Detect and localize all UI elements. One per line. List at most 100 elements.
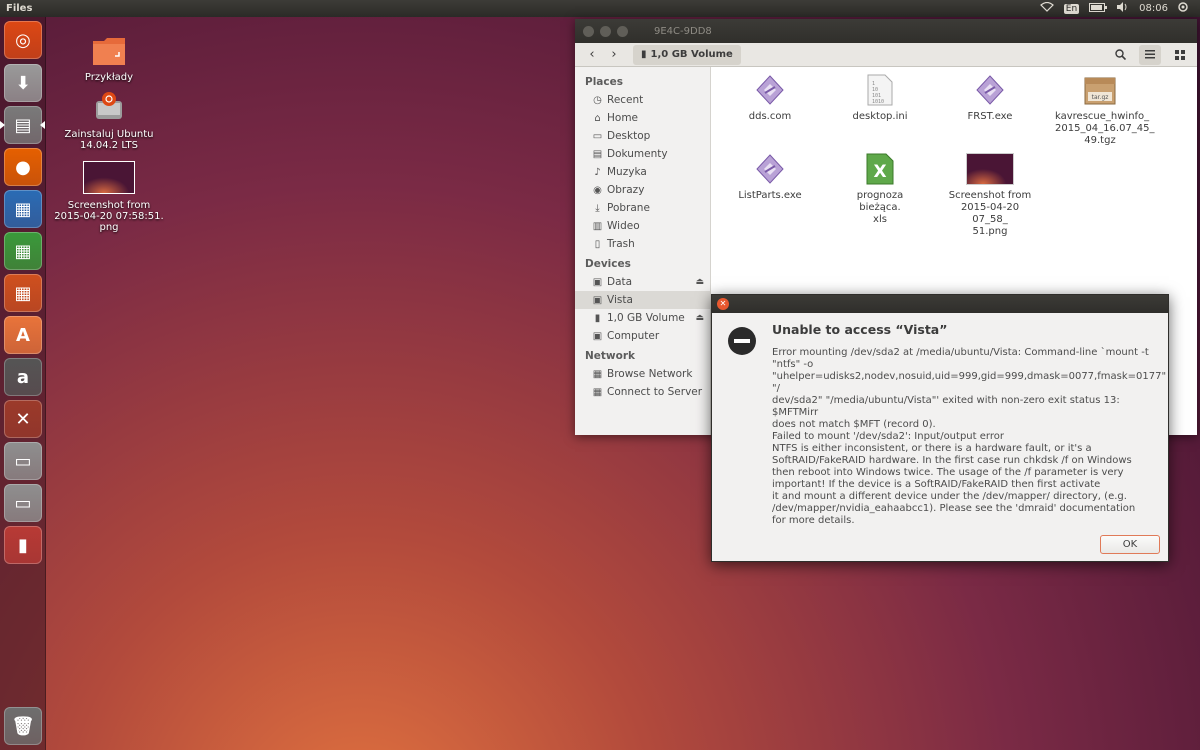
menu-button[interactable] — [1169, 45, 1191, 65]
dialog-close-button[interactable]: ✕ — [717, 298, 729, 310]
sidebar-item-dokumenty[interactable]: ▤ Dokumenty — [575, 145, 710, 163]
ok-button[interactable]: OK — [1100, 535, 1160, 554]
sidebar-item-recent[interactable]: ◷ Recent — [575, 91, 710, 109]
sidebar-item-label: Vista — [607, 294, 633, 306]
sidebar-item-wideo[interactable]: ▥ Wideo — [575, 217, 710, 235]
search-button[interactable] — [1109, 45, 1131, 65]
launcher-libreoffice-writer-icon[interactable]: ▦ — [4, 190, 42, 228]
text-file-icon: 1 10 101 1010 — [835, 73, 925, 107]
clock[interactable]: 08:06 — [1139, 3, 1168, 14]
svg-text:X: X — [873, 162, 886, 182]
file-item[interactable]: Xprognoza bieżąca. xls — [835, 152, 925, 226]
download-icon: ⤓ — [595, 202, 600, 214]
sidebar-item-label: Dokumenty — [607, 148, 668, 160]
sidebar-item-label: Desktop — [607, 130, 651, 142]
sidebar-item-home[interactable]: ⌂ Home — [575, 109, 710, 127]
file-label: ListParts.exe — [738, 190, 802, 201]
drive-icon: ▣ — [592, 294, 603, 306]
focused-indicator — [40, 121, 45, 129]
file-label: Screenshot from 2015-04-20 07_58_ 51.png — [948, 190, 1032, 237]
desktop-icon-screenshot[interactable]: Screenshot from 2015-04-20 07:58:51. png — [54, 161, 164, 233]
eject-icon[interactable]: ⏏ — [695, 313, 704, 323]
volume-icon[interactable] — [1117, 2, 1129, 15]
file-item[interactable]: Screenshot from 2015-04-20 07_58_ 51.png — [945, 152, 1035, 238]
keyboard-layout-indicator[interactable]: En — [1063, 3, 1080, 14]
launcher-install-ubuntu-icon[interactable]: ⬇ — [4, 64, 42, 102]
sidebar-item-trash[interactable]: ▯ Trash — [575, 235, 710, 253]
sidebar-item-computer[interactable]: ▣ Computer — [575, 327, 710, 345]
sidebar-item-desktop[interactable]: ▭ Desktop — [575, 127, 710, 145]
eject-icon[interactable]: ⏏ — [695, 277, 704, 287]
toolbar: ‹ › ▮ 1,0 GB Volume — [575, 43, 1197, 67]
launcher-drive-2-icon[interactable]: ▭ — [4, 484, 42, 522]
list-view-button[interactable] — [1139, 44, 1161, 65]
error-dialog: ✕ Unable to access “Vista” Error mountin… — [711, 294, 1169, 562]
forward-button[interactable]: › — [603, 45, 625, 65]
desktop-icon: ▭ — [592, 130, 603, 142]
sidebar-heading-network: Network — [585, 350, 636, 362]
dialog-titlebar[interactable]: ✕ — [712, 295, 1168, 313]
server-icon: ▦ — [592, 386, 603, 398]
launcher-firefox-icon[interactable]: ● — [4, 148, 42, 186]
sidebar-item-browse-network[interactable]: ▦ Browse Network — [575, 365, 710, 383]
file-label: prognoza bieżąca. xls — [856, 190, 904, 225]
sidebar-item-muzyka[interactable]: ♪ Muzyka — [575, 163, 710, 181]
wifi-icon[interactable] — [1039, 1, 1054, 15]
launcher-libreoffice-calc-icon[interactable]: ▦ — [4, 232, 42, 270]
desktop-icon-install-ubuntu[interactable]: Zainstaluj Ubuntu 14.04.2 LTS — [54, 91, 164, 151]
image-file-icon — [945, 152, 1035, 186]
path-bar-button[interactable]: ▮ 1,0 GB Volume — [633, 44, 741, 65]
sidebar-item-label: 1,0 GB Volume — [607, 312, 685, 324]
launcher-drive-1-icon[interactable]: ▭ — [4, 442, 42, 480]
sidebar-heading-places: Places — [585, 76, 623, 88]
sidebar-item-pobrane[interactable]: ⤓ Pobrane — [575, 199, 710, 217]
close-window-button[interactable] — [583, 25, 594, 37]
desktop-icon-przyklady[interactable]: Przykłady — [54, 36, 164, 83]
file-item[interactable]: tar.gz kavrescue_hwinfo_ 2015_04_16.07_45… — [1055, 73, 1155, 147]
desktop-icon-label: Screenshot from 2015-04-20 07:58:51. png — [54, 200, 164, 233]
clock-icon: ◷ — [593, 94, 602, 106]
executable-file-icon — [725, 73, 815, 107]
sidebar-item-label: Obrazy — [607, 184, 645, 196]
file-item[interactable]: dds.com — [725, 73, 815, 123]
spreadsheet-file-icon: X — [835, 152, 925, 186]
settings-icon[interactable] — [1178, 2, 1188, 15]
file-label: kavrescue_hwinfo_ 2015_04_16.07_45_ 49.t… — [1055, 111, 1155, 146]
dialog-title: Unable to access “Vista” — [772, 322, 948, 337]
battery-icon[interactable] — [1089, 2, 1108, 15]
sidebar-item-connect-to-server[interactable]: ▦ Connect to Server — [575, 383, 710, 401]
launcher-files-icon[interactable]: ▤ — [4, 106, 42, 144]
sidebar-item-obrazy[interactable]: ◉ Obrazy — [575, 181, 710, 199]
sidebar-item-label: Muzyka — [607, 166, 647, 178]
sidebar-item-vista[interactable]: ▣ Vista — [575, 291, 710, 309]
running-indicator — [0, 121, 5, 129]
sidebar-item-label: Data — [607, 276, 633, 288]
file-label: desktop.ini — [852, 111, 908, 122]
video-icon: ▥ — [592, 220, 603, 232]
file-item[interactable]: FRST.exe — [945, 73, 1035, 123]
launcher-trash-icon[interactable]: 🗑 — [4, 707, 42, 745]
home-icon: ⌂ — [594, 112, 601, 124]
sidebar-item-data[interactable]: ▣ Data ⏏ — [575, 273, 710, 291]
launcher-usb-drive-icon[interactable]: ▮ — [4, 526, 42, 564]
grid-icon — [1175, 49, 1185, 60]
launcher-amazon-icon[interactable]: a — [4, 358, 42, 396]
launcher-libreoffice-impress-icon[interactable]: ▦ — [4, 274, 42, 312]
file-item[interactable]: 1 10 101 1010 desktop.ini — [835, 73, 925, 123]
window-titlebar[interactable]: 9E4C-9DD8 — [575, 19, 1197, 43]
app-title: Files — [6, 3, 33, 14]
minimize-window-button[interactable] — [600, 25, 611, 37]
launcher-system-settings-icon[interactable]: ✕ — [4, 400, 42, 438]
launcher-ubuntu-dash-icon[interactable]: ◎ — [4, 21, 42, 59]
back-button[interactable]: ‹ — [581, 45, 603, 65]
sidebar-heading-devices: Devices — [585, 258, 631, 270]
maximize-window-button[interactable] — [617, 25, 628, 37]
drive-icon: ▣ — [592, 330, 603, 342]
file-item[interactable]: ListParts.exe — [725, 152, 815, 202]
sidebar-item-label: Browse Network — [607, 368, 693, 380]
launcher: ◎ ⬇ ▤ ● ▦ ▦ ▦ Aa ✕ ▭ ▭ ▮ 🗑 — [0, 17, 46, 750]
launcher-ubuntu-software-center-icon[interactable]: A — [4, 316, 42, 354]
svg-text:1010: 1010 — [872, 99, 884, 105]
sidebar-item-label: Computer — [607, 330, 660, 342]
sidebar-item-1-0-gb-volume[interactable]: ▮ 1,0 GB Volume ⏏ — [575, 309, 710, 327]
